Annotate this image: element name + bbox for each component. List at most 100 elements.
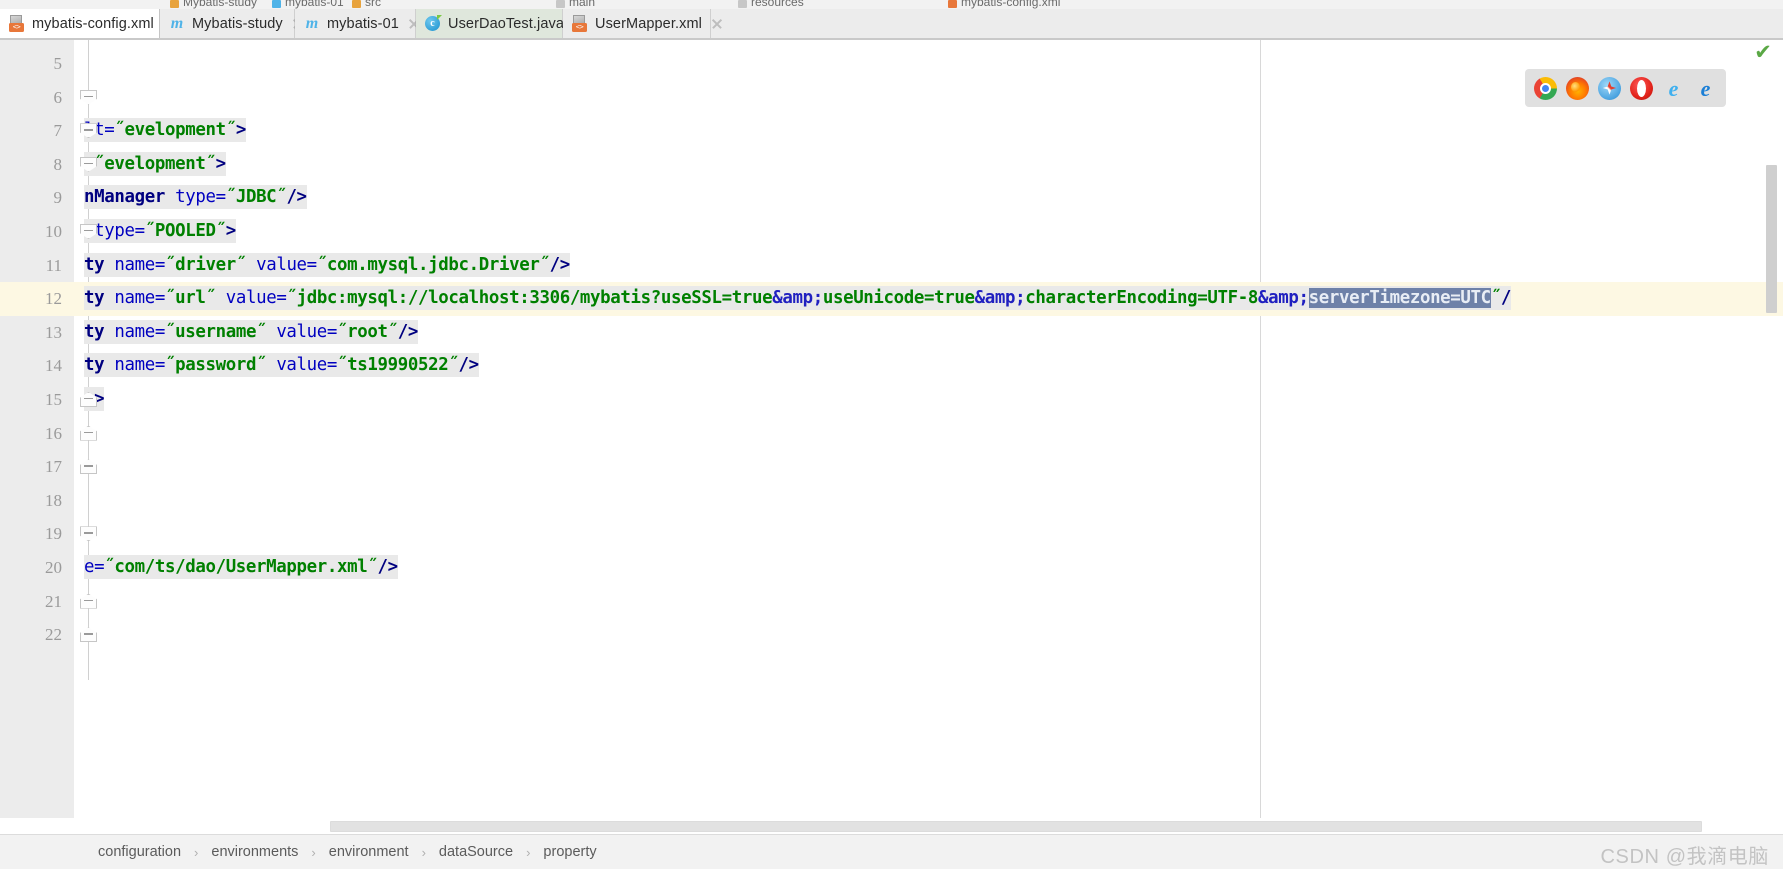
code-token: &amp; — [974, 288, 1026, 309]
editor-tab-label: Mybatis-study — [192, 16, 283, 32]
editor-tab-label: UserDaoTest.java — [448, 16, 565, 32]
open-in-browser-popup[interactable]: ee — [1525, 69, 1726, 107]
code-token: ˝ — [1490, 288, 1501, 309]
code-line-row[interactable]: 7 lt=˝evelopment˝> — [0, 114, 1783, 148]
code-token: value= — [276, 321, 338, 342]
breadcrumb-item-environment[interactable]: environment — [329, 844, 409, 860]
fold-marker-down[interactable] — [80, 123, 97, 139]
cropped-tab-label: mybatis-01 — [285, 0, 344, 9]
module-icon — [170, 0, 179, 8]
chrome-icon[interactable] — [1534, 76, 1557, 100]
fold-marker-up[interactable] — [80, 459, 97, 475]
code-token: ˝POOLED˝ — [144, 221, 226, 241]
code-line-row[interactable]: 19 — [0, 517, 1783, 551]
line-number: 14 — [45, 356, 62, 376]
code-token: /> — [397, 321, 419, 342]
opera-icon[interactable] — [1630, 76, 1653, 100]
code-editor[interactable]: 5 6 7 lt=˝evelopment˝> 8 =˝evelopment˝> 9 nMana… — [0, 40, 1783, 825]
code-line-row[interactable]: 5 — [0, 47, 1783, 81]
code-token: ˝evelopment˝ — [114, 120, 236, 141]
code-token: characterEncoding=UTF-8 — [1025, 288, 1259, 309]
code-line-row[interactable]: 8 =˝evelopment˝> — [0, 148, 1783, 182]
code-line-text[interactable]: e=˝com/ts/dao/UserMapper.xml˝/> — [84, 551, 398, 585]
cropped-tab-label: src — [365, 0, 381, 9]
inspection-ok-icon[interactable]: ✔ — [1753, 42, 1773, 63]
breadcrumb-item-configuration[interactable]: configuration — [98, 844, 181, 860]
line-number: 9 — [53, 188, 63, 208]
cropped-tab-label: Mybatis-study — [183, 0, 258, 9]
code-line-row[interactable]: 10 type=˝POOLED˝> — [0, 215, 1783, 249]
safari-icon[interactable] — [1598, 76, 1621, 100]
firefox-icon[interactable] — [1566, 76, 1589, 100]
xml-file-icon: <> — [8, 15, 26, 33]
code-token: ˝jdbc:mysql://localhost:3306/mybatis?use… — [286, 288, 773, 309]
code-token: name= — [114, 288, 165, 309]
line-number: 22 — [45, 625, 62, 645]
code-token: /> — [549, 254, 571, 275]
code-token: name= — [114, 355, 165, 376]
code-token: ˝JDBC˝ — [225, 187, 287, 208]
close-icon[interactable] — [711, 18, 723, 30]
vertical-scrollbar-thumb[interactable] — [1766, 165, 1777, 313]
fold-marker-up[interactable] — [80, 425, 97, 441]
cropped-tab-label: mybatis-config.xml — [961, 0, 1061, 9]
code-line-text[interactable]: ty name=˝password˝ value=˝ts19990522˝/> — [84, 349, 479, 383]
fold-marker-up[interactable] — [80, 593, 97, 609]
code-line-row[interactable]: 13 ty name=˝username˝ value=˝root˝/> — [0, 316, 1783, 350]
breadcrumb-item-property[interactable]: property — [543, 844, 596, 860]
fold-marker-down[interactable] — [80, 526, 97, 542]
code-token: name= — [114, 254, 165, 275]
code-line-row[interactable]: 22 — [0, 618, 1783, 652]
code-line-row[interactable]: 20 e=˝com/ts/dao/UserMapper.xml˝/> — [0, 551, 1783, 585]
code-line-inner: lt=˝evelopment˝> — [84, 118, 246, 143]
code-line-text[interactable]: ty name=˝username˝ value=˝root˝/> — [84, 316, 418, 350]
code-line-row[interactable]: 17 — [0, 450, 1783, 484]
line-number: 13 — [45, 322, 62, 342]
fold-marker-down[interactable] — [80, 89, 97, 105]
editor-tab-mybatis-study[interactable]: m Mybatis-study — [160, 9, 295, 39]
code-line-text[interactable]: ty name=˝driver˝ value=˝com.mysql.jdbc.D… — [84, 249, 570, 283]
code-line-row[interactable]: 6 — [0, 81, 1783, 115]
fold-marker-down[interactable] — [80, 156, 97, 172]
breadcrumb-item-datasource[interactable]: dataSource — [439, 844, 513, 860]
code-line-row[interactable]: 14 ty name=˝password˝ value=˝ts19990522˝/… — [0, 349, 1783, 383]
editor-tab-userdaotest-java[interactable]: c UserDaoTest.java — [416, 9, 565, 39]
breadcrumb-item-environments[interactable]: environments — [211, 844, 298, 860]
internet-explorer-icon[interactable]: e — [1662, 77, 1685, 100]
code-line-text[interactable]: =˝evelopment˝> — [84, 148, 226, 182]
code-line-text[interactable]: lt=˝evelopment˝> — [84, 114, 246, 148]
line-number: 6 — [53, 87, 63, 107]
code-line-row[interactable]: 18 — [0, 484, 1783, 518]
code-token: value= — [276, 355, 338, 376]
code-token: / — [1500, 288, 1512, 309]
code-token: ty — [84, 288, 115, 309]
breadcrumb-separator: › — [194, 844, 199, 860]
code-line-row[interactable]: 9 nManager type=˝JDBC˝/> — [0, 181, 1783, 215]
line-number: 8 — [53, 154, 63, 174]
code-line-text[interactable]: ty name=˝url˝ value=˝jdbc:mysql://localh… — [84, 282, 1511, 316]
edge-icon[interactable]: e — [1694, 77, 1717, 100]
code-line-row[interactable]: 12 ty name=˝url˝ value=˝jdbc:mysql://loca… — [0, 282, 1783, 316]
code-line-text[interactable]: nManager type=˝JDBC˝/> — [84, 181, 307, 215]
code-line-row[interactable]: 21 — [0, 585, 1783, 619]
editor-tab-mybatis-config-xml[interactable]: <> mybatis-config.xml — [0, 9, 160, 39]
maven-module-icon: m — [305, 15, 319, 32]
editor-tab-mybatis-01[interactable]: m mybatis-01 — [295, 9, 416, 39]
code-line-row[interactable]: 15e> — [0, 383, 1783, 417]
code-line-inner: =˝evelopment˝> — [84, 151, 226, 176]
fold-marker-up[interactable] — [80, 392, 97, 407]
fold-marker-down[interactable] — [80, 224, 97, 239]
code-line-row[interactable]: 16 — [0, 417, 1783, 451]
editor-tab-usermapper-xml[interactable]: <> UserMapper.xml — [563, 9, 711, 39]
code-token: ˝ts19990522˝ — [337, 355, 459, 376]
horizontal-scrollbar-thumb[interactable] — [330, 821, 1702, 832]
editor-tab-label: mybatis-config.xml — [32, 16, 154, 32]
code-line-inner: e=˝com/ts/dao/UserMapper.xml˝/> — [84, 555, 398, 579]
code-line-text[interactable]: type=˝POOLED˝> — [84, 215, 236, 249]
code-line-row[interactable]: 11 ty name=˝driver˝ value=˝com.mysql.jdbc… — [0, 249, 1783, 283]
line-number: 10 — [45, 222, 62, 241]
fold-marker-up[interactable] — [80, 627, 97, 643]
